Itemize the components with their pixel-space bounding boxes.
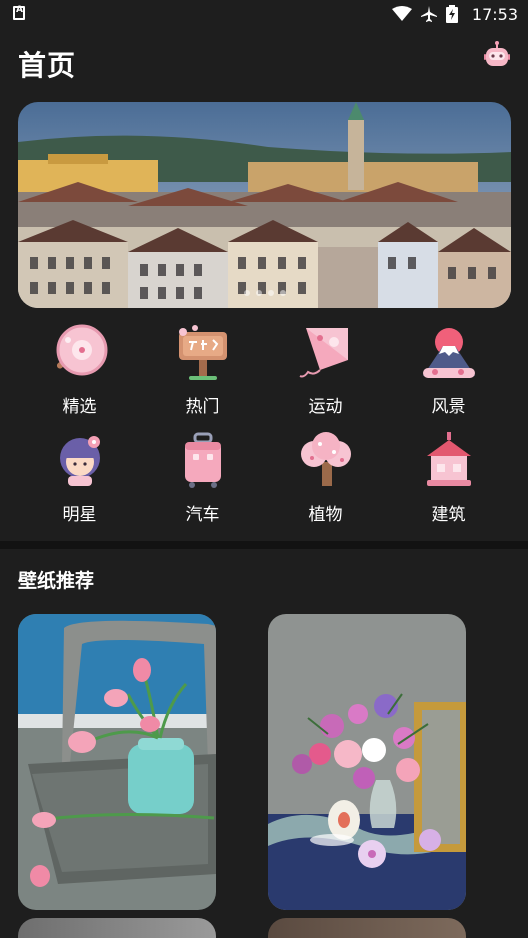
suitcase-icon — [185, 432, 221, 488]
section-title-recommend: 壁纸推荐 — [18, 570, 95, 592]
category-cars[interactable]: 汽车 — [141, 426, 264, 526]
mount-fuji-icon — [423, 328, 475, 378]
robot-icon[interactable] — [484, 40, 510, 68]
section-divider — [0, 541, 528, 549]
category-grid: 精选 热门 运动 风景 明星 汽车 植物 建筑 — [18, 318, 511, 532]
status-icons: 17:53 — [391, 4, 518, 24]
banner-carousel[interactable] — [18, 102, 511, 308]
airplane-mode-icon — [420, 6, 437, 22]
carousel-dot[interactable] — [279, 290, 286, 296]
wallpaper-card[interactable] — [268, 918, 466, 938]
wallpaper-photo-3 — [18, 918, 216, 938]
category-label: 汽车 — [185, 505, 220, 525]
page-title: 首页 — [18, 49, 77, 82]
status-time: 17:53 — [471, 4, 518, 24]
wallpaper-photo-4 — [268, 918, 466, 938]
top-bar: 首页 — [0, 28, 528, 98]
wifi-icon — [391, 6, 412, 21]
carousel-indicators — [18, 290, 511, 296]
category-architecture[interactable]: 建筑 — [387, 426, 510, 526]
category-label: 植物 — [308, 505, 343, 525]
category-featured[interactable]: 精选 — [18, 318, 141, 418]
category-label: 风景 — [431, 397, 466, 417]
category-plants[interactable]: 植物 — [264, 426, 387, 526]
wallpaper-card[interactable] — [268, 614, 466, 910]
carousel-dot[interactable] — [267, 290, 274, 296]
girl-with-flower-icon — [60, 436, 100, 486]
category-label: 建筑 — [431, 505, 466, 525]
category-label: 精选 — [62, 397, 97, 417]
app-a-icon — [13, 5, 25, 20]
blossom-tree-icon — [301, 432, 351, 486]
category-stars[interactable]: 明星 — [18, 426, 141, 526]
carousel-dot[interactable] — [255, 290, 262, 296]
kite-icon — [299, 328, 348, 378]
category-label: 明星 — [62, 505, 97, 525]
pink-tulips-on-chair-photo — [18, 614, 216, 910]
cherry-blossom-fan-icon — [56, 324, 108, 376]
carousel-dot[interactable] — [243, 290, 250, 296]
category-sports[interactable]: 运动 — [264, 318, 387, 418]
category-scenery[interactable]: 风景 — [387, 318, 510, 418]
city-old-town-church-photo — [18, 102, 511, 308]
house-lantern-icon — [427, 432, 471, 486]
battery-charging-icon — [445, 5, 458, 23]
wallpaper-card[interactable] — [18, 918, 216, 938]
flower-bouquet-still-life-photo — [268, 614, 466, 910]
category-label: 热门 — [185, 397, 220, 417]
status-bar: 17:53 — [0, 0, 528, 28]
wallpaper-card[interactable] — [18, 614, 216, 910]
category-hot[interactable]: 热门 — [141, 318, 264, 418]
park-signboard-icon — [179, 325, 227, 380]
category-label: 运动 — [308, 397, 343, 417]
